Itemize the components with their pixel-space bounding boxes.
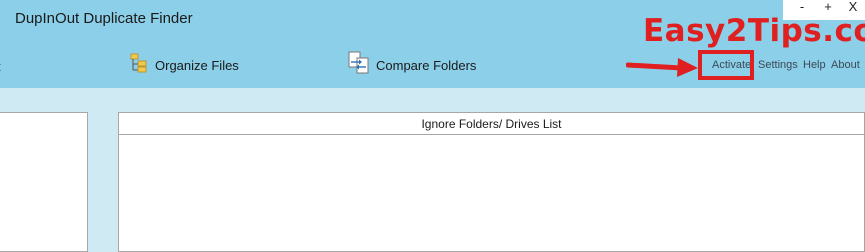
about-link[interactable]: About (831, 59, 860, 71)
app-title: DupInOut Duplicate Finder (15, 10, 193, 27)
settings-link[interactable]: Settings (758, 59, 798, 71)
toolbar-button-label-clipped[interactable]: t (0, 59, 1, 74)
left-panel (0, 112, 88, 252)
ignore-folders-header: Ignore Folders/ Drives List (119, 113, 864, 135)
folder-tree-icon (128, 52, 150, 79)
organize-files-button[interactable]: Organize Files (128, 52, 239, 78)
title-bar: DupInOut Duplicate Finder - + X t Organi… (0, 0, 865, 88)
red-arrow-icon (625, 54, 700, 85)
ignore-folders-panel: Ignore Folders/ Drives List (118, 112, 865, 252)
compare-folders-label: Compare Folders (376, 57, 477, 73)
compare-folders-icon (347, 51, 371, 80)
compare-folders-button[interactable]: Compare Folders (347, 51, 477, 80)
activate-highlight-box (698, 50, 754, 80)
organize-files-label: Organize Files (155, 57, 239, 73)
watermark-text: Easy2Tips.com (643, 13, 865, 49)
main-content: Ignore Folders/ Drives List (0, 88, 865, 252)
help-link[interactable]: Help (803, 59, 826, 71)
